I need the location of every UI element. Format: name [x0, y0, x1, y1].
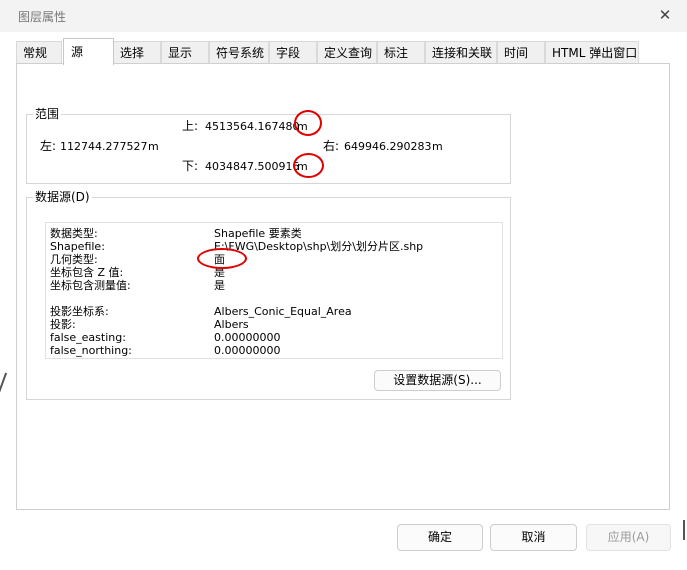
- extent-right-label: 右:: [323, 139, 340, 153]
- annotation-circle-bottom-unit: [293, 153, 324, 178]
- title-bar: 图层属性 ✕: [0, 0, 687, 32]
- ds-key-false-northing: false_northing:: [50, 344, 132, 357]
- ds-value-projection: Albers: [214, 318, 249, 331]
- set-datasource-button[interactable]: 设置数据源(S)...: [374, 370, 501, 391]
- tab-selection[interactable]: 选择: [113, 41, 161, 64]
- tab-definition-query[interactable]: 定义查询: [317, 41, 377, 64]
- cancel-button[interactable]: 取消: [490, 524, 577, 551]
- tab-time[interactable]: 时间: [497, 41, 545, 64]
- tab-labels[interactable]: 标注: [377, 41, 425, 64]
- ok-button[interactable]: 确定: [397, 524, 483, 551]
- close-button[interactable]: ✕: [652, 3, 678, 27]
- datasource-group: 数据源(D) 数据类型: Shapefile 要素类 Shapefile: E:…: [26, 190, 511, 400]
- tab-source[interactable]: 源: [63, 38, 114, 65]
- background-map-line: [683, 520, 685, 540]
- extent-left-value: 112744.277527: [60, 140, 148, 153]
- extent-right-value: 649946.290283: [344, 140, 432, 153]
- ds-key-has-m: 坐标包含测量值:: [50, 279, 131, 292]
- extent-group-label: 范围: [33, 107, 62, 121]
- apply-button[interactable]: 应用(A): [586, 524, 671, 551]
- ds-key-projection: 投影:: [50, 318, 76, 331]
- tab-general[interactable]: 常规: [16, 41, 62, 64]
- extent-left-label: 左:: [40, 139, 57, 153]
- extent-bottom-label: 下:: [182, 159, 199, 173]
- ds-key-has-z: 坐标包含 Z 值:: [50, 266, 124, 279]
- ds-value-projected-cs: Albers_Conic_Equal_Area: [214, 305, 352, 318]
- tab-display[interactable]: 显示: [161, 41, 209, 64]
- window-title: 图层属性: [18, 10, 67, 24]
- extent-top-label: 上:: [182, 119, 199, 133]
- annotation-circle-top-unit: [294, 110, 322, 136]
- ds-value-has-m: 是: [214, 279, 225, 292]
- tab-content-panel: 范围 上: 4513564.167480 m 左: 112744.277527 …: [16, 63, 670, 510]
- datasource-info-box[interactable]: 数据类型: Shapefile 要素类 Shapefile: E:\FWG\De…: [45, 222, 503, 359]
- ds-value-false-easting: 0.00000000: [214, 331, 281, 344]
- tab-html-popup[interactable]: HTML 弹出窗口: [545, 41, 639, 64]
- tab-joins-relates[interactable]: 连接和关联: [425, 41, 497, 64]
- ds-key-geometry-type: 几何类型:: [50, 253, 98, 266]
- annotation-circle-has-z: [197, 248, 247, 269]
- ds-key-shapefile: Shapefile:: [50, 240, 105, 253]
- tab-bar: 常规 源 选择 显示 符号系统 字段 定义查询 标注 连接和关联 时间 HTML…: [16, 38, 670, 65]
- ds-value-data-type: Shapefile 要素类: [214, 227, 302, 240]
- close-icon: ✕: [658, 6, 672, 24]
- ds-key-false-easting: false_easting:: [50, 331, 126, 344]
- extent-group: 范围 上: 4513564.167480 m 左: 112744.277527 …: [26, 107, 511, 184]
- ds-value-shapefile: E:\FWG\Desktop\shp\划分\划分片区.shp: [214, 240, 424, 253]
- extent-bottom-value: 4034847.500916: [205, 160, 300, 173]
- extent-top-value: 4513564.167480: [205, 120, 300, 133]
- tab-fields[interactable]: 字段: [269, 41, 317, 64]
- datasource-group-label: 数据源(D): [33, 190, 92, 204]
- ds-key-data-type: 数据类型:: [50, 227, 98, 240]
- extent-right-unit: m: [432, 140, 443, 153]
- ds-value-false-northing: 0.00000000: [214, 344, 281, 357]
- ds-key-projected-cs: 投影坐标系:: [50, 305, 109, 318]
- background-map-line: [0, 372, 8, 402]
- tab-symbology[interactable]: 符号系统: [209, 41, 269, 64]
- extent-left-unit: m: [148, 140, 159, 153]
